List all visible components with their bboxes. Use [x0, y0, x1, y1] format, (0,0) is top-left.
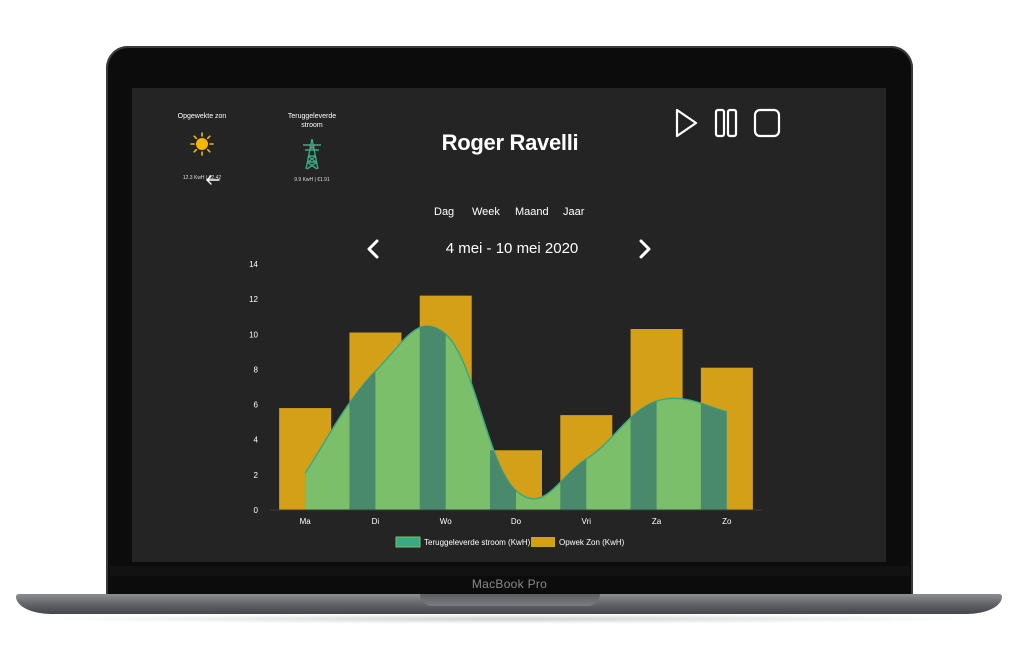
y-tick-8: 8 — [254, 365, 259, 374]
x-tick-ma: Ma — [300, 517, 312, 526]
y-tick-0: 0 — [254, 506, 259, 515]
power-pylon-icon — [303, 138, 321, 170]
tab-week[interactable]: Week — [472, 206, 500, 218]
y-tick-2: 2 — [254, 471, 259, 480]
x-tick-do: Do — [511, 517, 522, 526]
date-range-label: 4 mei - 10 mei 2020 — [445, 240, 579, 257]
widget-grid-stats: 9.9 KwH | €1.91 — [294, 177, 330, 183]
legend-swatch-area[interactable] — [395, 536, 421, 548]
y-tick-14: 14 — [249, 260, 258, 269]
y-tick-4: 4 — [254, 436, 259, 445]
x-tick-zo: Zo — [722, 517, 732, 526]
period-tabs: Dag Week Maand Jaar — [422, 206, 602, 222]
dashboard-screen: Opgewekte zon 12.3 KwH | €2.42 Teruggele… — [132, 88, 886, 562]
tab-maand[interactable]: Maand — [515, 206, 549, 218]
stop-icon[interactable] — [752, 106, 782, 140]
playback-controls — [672, 106, 792, 140]
base-shadow — [40, 614, 980, 624]
widget-solar-stats: 12.3 KwH | €2.42 — [182, 175, 222, 181]
chart-legend: Teruggeleverde stroom (KwH) Opwek Zon (K… — [395, 536, 625, 548]
legend-label-area: Teruggeleverde stroom (KwH) — [424, 538, 531, 547]
play-icon[interactable] — [672, 106, 702, 140]
legend-swatch-bar[interactable] — [531, 537, 555, 547]
device-brand: MacBook Pro — [471, 577, 548, 591]
y-tick-12: 12 — [249, 295, 258, 304]
x-tick-wo: Wo — [440, 517, 452, 526]
widget-grid-title: Teruggeleverde stroom — [287, 113, 337, 129]
cursor-arrow-icon — [206, 175, 220, 185]
page-title: Roger Ravelli — [441, 130, 579, 155]
energy-chart: 0 2 4 6 8 10 12 14 Ma Di Wo Do Vri Za Zo Teruggelever… — [249, 260, 762, 548]
x-tick-vri: Vri — [582, 517, 592, 526]
widget-solar-title: Opgewekte zon — [177, 113, 227, 120]
x-axis: Ma Di Wo Do Vri Za Zo — [300, 517, 732, 526]
pause-icon[interactable] — [712, 106, 742, 140]
y-tick-6: 6 — [254, 401, 259, 410]
screen-bezel — [110, 566, 910, 576]
tab-jaar[interactable]: Jaar — [563, 206, 584, 218]
x-tick-za: Za — [652, 517, 662, 526]
x-tick-di: Di — [372, 517, 380, 526]
base-notch — [420, 594, 600, 606]
legend-label-bar: Opwek Zon (KwH) — [559, 538, 625, 547]
sun-icon — [190, 132, 214, 156]
tab-dag[interactable]: Dag — [434, 206, 454, 218]
y-tick-10: 10 — [249, 330, 258, 339]
